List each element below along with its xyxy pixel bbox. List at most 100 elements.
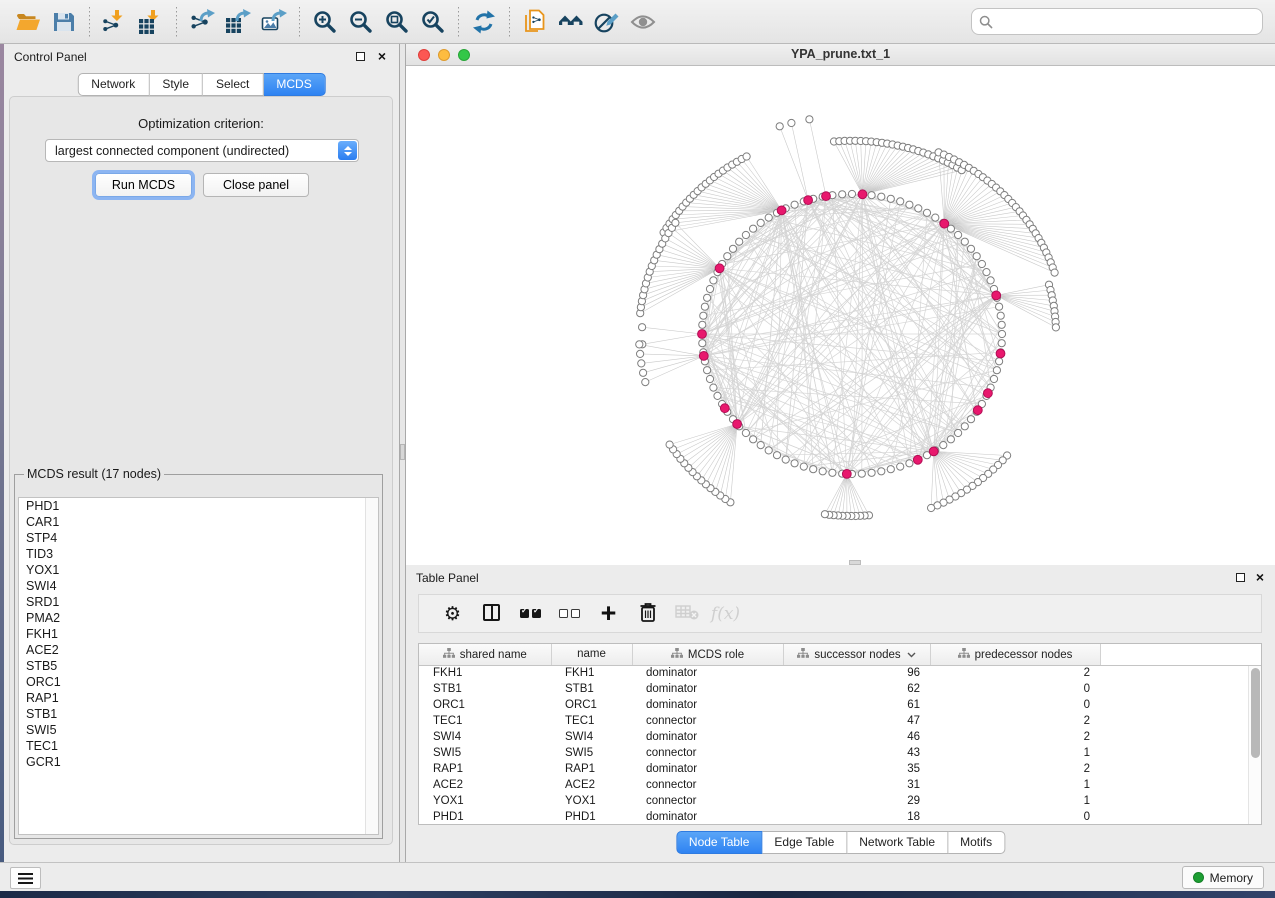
mcds-result-item[interactable]: FKH1 bbox=[19, 626, 378, 642]
open-session-button[interactable] bbox=[10, 5, 46, 39]
mcds-result-item[interactable]: RAP1 bbox=[19, 690, 378, 706]
column-visibility-button[interactable] bbox=[472, 598, 511, 630]
zoom-in-button[interactable] bbox=[307, 5, 343, 39]
close-icon[interactable]: × bbox=[378, 48, 386, 64]
mcds-result-group: MCDS result (17 nodes) PHD1CAR1STP4TID3Y… bbox=[14, 467, 383, 839]
edit-annotations-button[interactable] bbox=[589, 5, 625, 39]
mcds-result-item[interactable]: PMA2 bbox=[19, 610, 378, 626]
table-row[interactable]: PHD1PHD1dominator180 bbox=[419, 809, 1261, 825]
cell-filler bbox=[1100, 809, 1261, 825]
tab-network[interactable]: Network bbox=[77, 73, 149, 96]
column-header-predecessor-nodes[interactable]: predecessor nodes bbox=[930, 644, 1100, 665]
save-session-button[interactable] bbox=[46, 5, 82, 39]
delete-table-button bbox=[667, 598, 706, 630]
table-row[interactable]: YOX1YOX1connector291 bbox=[419, 793, 1261, 809]
show-graphics-details-button[interactable] bbox=[625, 5, 661, 39]
table-scrollbar[interactable] bbox=[1248, 666, 1261, 824]
refresh-view-button[interactable] bbox=[466, 5, 502, 39]
zoom-selected-button[interactable] bbox=[415, 5, 451, 39]
delete-table-icon bbox=[675, 602, 699, 625]
mcds-result-item[interactable]: PHD1 bbox=[19, 498, 378, 514]
cell-MCDS-role: dominator bbox=[632, 681, 783, 697]
column-header-successor-nodes[interactable]: successor nodes bbox=[783, 644, 930, 665]
mcds-result-item[interactable]: CAR1 bbox=[19, 514, 378, 530]
mcds-result-item[interactable]: STB1 bbox=[19, 706, 378, 722]
table-row[interactable]: ACE2ACE2connector311 bbox=[419, 777, 1261, 793]
mcds-result-item[interactable]: SWI5 bbox=[19, 722, 378, 738]
mcds-result-list[interactable]: PHD1CAR1STP4TID3YOX1SWI4SRD1PMA2FKH1ACE2… bbox=[18, 497, 379, 835]
network-from-selection-button[interactable] bbox=[517, 5, 553, 39]
table-tab-edge-table[interactable]: Edge Table bbox=[762, 831, 847, 854]
table-row[interactable]: ORC1ORC1dominator610 bbox=[419, 697, 1261, 713]
vertical-splitter[interactable] bbox=[399, 44, 406, 862]
export-table-button[interactable] bbox=[220, 5, 256, 39]
delete-column-button[interactable] bbox=[628, 598, 667, 630]
table-row[interactable]: RAP1RAP1dominator352 bbox=[419, 761, 1261, 777]
run-mcds-button[interactable]: Run MCDS bbox=[95, 173, 192, 197]
import-table-button[interactable] bbox=[133, 5, 169, 39]
mcds-panel: Optimization criterion: largest connecte… bbox=[9, 96, 393, 845]
toolbar-separator bbox=[458, 7, 459, 37]
criterion-select[interactable]: largest connected component (undirected) bbox=[45, 139, 359, 162]
mcds-result-item[interactable]: TID3 bbox=[19, 546, 378, 562]
float-window-icon[interactable] bbox=[1236, 573, 1245, 582]
mcds-result-item[interactable]: SWI4 bbox=[19, 578, 378, 594]
desktop-background-bottom bbox=[0, 891, 1275, 898]
column-header-shared-name[interactable]: shared name bbox=[419, 644, 551, 665]
mcds-result-item[interactable]: YOX1 bbox=[19, 562, 378, 578]
network-window-titlebar[interactable]: YPA_prune.txt_1 bbox=[406, 44, 1275, 66]
mcds-result-item[interactable]: STB5 bbox=[19, 658, 378, 674]
cell-name: YOX1 bbox=[551, 793, 632, 809]
first-neighbors-button[interactable] bbox=[553, 5, 589, 39]
search-input[interactable] bbox=[997, 11, 1255, 33]
tab-select[interactable]: Select bbox=[203, 73, 263, 96]
mcds-list-scrollbar[interactable] bbox=[365, 498, 378, 834]
close-panel-button[interactable]: Close panel bbox=[203, 173, 309, 197]
mcds-result-item[interactable]: SRD1 bbox=[19, 594, 378, 610]
cell-successor-nodes: 29 bbox=[783, 793, 930, 809]
table-row[interactable]: TEC1TEC1connector472 bbox=[419, 713, 1261, 729]
export-image-button[interactable] bbox=[256, 5, 292, 39]
table-tab-network-table[interactable]: Network Table bbox=[847, 831, 948, 854]
search-box[interactable] bbox=[971, 8, 1263, 35]
scrollbar-thumb[interactable] bbox=[1251, 668, 1260, 758]
column-header-MCDS-role[interactable]: MCDS role bbox=[632, 644, 783, 665]
deselect-all-rows-button[interactable] bbox=[550, 598, 589, 630]
table-tab-node-table[interactable]: Node Table bbox=[676, 831, 763, 854]
table-row[interactable]: FKH1FKH1dominator962 bbox=[419, 665, 1261, 681]
table-header-row[interactable]: shared namenameMCDS rolesuccessor nodesp… bbox=[419, 644, 1261, 665]
cell-successor-nodes: 31 bbox=[783, 777, 930, 793]
table-row[interactable]: SWI5SWI5connector431 bbox=[419, 745, 1261, 761]
table-settings-button[interactable]: ⚙ bbox=[433, 598, 472, 630]
column-header-name[interactable]: name bbox=[551, 644, 632, 665]
float-window-icon[interactable] bbox=[356, 52, 365, 61]
select-all-rows-button[interactable] bbox=[511, 598, 550, 630]
export-network-button[interactable] bbox=[184, 5, 220, 39]
cell-shared-name: TEC1 bbox=[419, 713, 551, 729]
task-history-button[interactable] bbox=[10, 867, 41, 889]
tab-mcds[interactable]: MCDS bbox=[263, 73, 325, 96]
memory-status-icon bbox=[1193, 872, 1204, 883]
table-row[interactable]: STB1STB1dominator620 bbox=[419, 681, 1261, 697]
mcds-result-item[interactable]: ORC1 bbox=[19, 674, 378, 690]
cell-MCDS-role: dominator bbox=[632, 809, 783, 825]
cell-filler bbox=[1100, 681, 1261, 697]
mcds-result-item[interactable]: ACE2 bbox=[19, 642, 378, 658]
zoom-fit-button[interactable] bbox=[379, 5, 415, 39]
open-session-icon bbox=[15, 9, 41, 35]
add-column-button[interactable]: + bbox=[589, 598, 628, 630]
memory-button[interactable]: Memory bbox=[1182, 866, 1264, 889]
mcds-result-item[interactable]: TEC1 bbox=[19, 738, 378, 754]
close-icon[interactable]: × bbox=[1256, 569, 1264, 585]
zoom-out-button[interactable] bbox=[343, 5, 379, 39]
mcds-result-item[interactable]: GCR1 bbox=[19, 754, 378, 770]
mcds-result-item[interactable]: STP4 bbox=[19, 530, 378, 546]
splitter-handle[interactable] bbox=[400, 444, 405, 460]
tab-style[interactable]: Style bbox=[149, 73, 203, 96]
import-network-button[interactable] bbox=[97, 5, 133, 39]
network-view[interactable] bbox=[406, 66, 1275, 565]
cell-predecessor-nodes: 1 bbox=[930, 777, 1100, 793]
table-tab-motifs[interactable]: Motifs bbox=[948, 831, 1005, 854]
table-row[interactable]: SWI4SWI4dominator462 bbox=[419, 729, 1261, 745]
control-panel-titlebar: Control Panel × bbox=[4, 44, 399, 70]
